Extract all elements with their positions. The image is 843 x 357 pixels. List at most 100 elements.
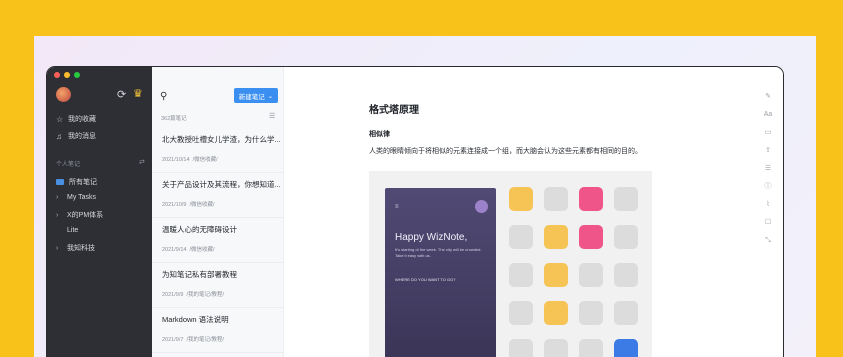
grid-tile [544, 301, 568, 325]
window-controls [54, 72, 80, 78]
grid-tile [544, 225, 568, 249]
grid-tile [614, 339, 638, 357]
nav-favorites-label: 我的收藏 [68, 116, 96, 123]
grid-tile [544, 263, 568, 287]
note-list: ⚲ 新建笔记 ⌄ 362篇笔记 ☰ 北大教授吐槽女儿学渣，为什么学... 202… [152, 67, 284, 357]
list-item[interactable]: 温暖人心的无障碍设计 2021/9/14 /微信收藏/ [152, 218, 283, 263]
nav-messages[interactable]: ♫ 我的消息 [56, 131, 96, 141]
note-title: 温暖人心的无障碍设计 [162, 225, 237, 234]
grid-tile [579, 187, 603, 211]
section-heading[interactable]: 相似律 [369, 129, 390, 139]
folder-pm-system[interactable]: › X的PM体系 [56, 210, 103, 220]
grid-tile [509, 301, 533, 325]
folder-icon [56, 179, 64, 185]
phone-mockup: ≡ Happy WizNote, It's starting of the we… [385, 188, 496, 357]
folder-label: X的PM体系 [67, 212, 104, 219]
folder-my-tasks[interactable]: › My Tasks [56, 194, 96, 201]
folder-all-notes[interactable]: 所有笔记 [56, 177, 97, 187]
grid-tile [579, 301, 603, 325]
font-icon[interactable]: Aa [763, 111, 773, 119]
note-meta: 2021/9/9 /我的笔记/教程/ [162, 290, 224, 298]
list-item[interactable]: 关于产品设计及其流程，你想知道... 2021/10/9 /微信收藏/ [152, 173, 283, 218]
grid-tile [509, 263, 533, 287]
app-window: ⟳ ♛ ☆ 我的收藏 ♫ 我的消息 个人笔记 ⇄ 所有笔记 › My Tasks… [47, 67, 783, 357]
note-folder: /微信收藏/ [189, 202, 215, 208]
expand-icon[interactable]: ⤡ [763, 237, 773, 245]
grid-tile [614, 301, 638, 325]
note-title: 关于产品设计及其流程，你想知道... [162, 180, 280, 189]
phone-message: It's starting of the week. The city will… [395, 247, 482, 258]
note-meta: 2021/9/14 /微信收藏/ [162, 245, 215, 253]
nav-favorites[interactable]: ☆ 我的收藏 [56, 114, 96, 124]
list-icon[interactable]: ☰ [763, 165, 773, 173]
note-date: 2021/10/9 [162, 202, 187, 208]
note-count: 362篇笔记 [161, 116, 187, 122]
chevron-right-icon[interactable]: › [56, 194, 62, 201]
note-title: 为知笔记私有部署教程 [162, 270, 237, 279]
share-icon[interactable]: ⇪ [763, 147, 773, 155]
minimize-window-button[interactable] [64, 72, 70, 78]
note-date: 2021/9/14 [162, 247, 187, 253]
sidebar: ⟳ ♛ ☆ 我的收藏 ♫ 我的消息 个人笔记 ⇄ 所有笔记 › My Tasks… [47, 67, 152, 357]
folder-wozhi-tech[interactable]: › 我知科技 [56, 243, 95, 253]
edit-icon[interactable]: ✎ [763, 93, 773, 101]
avatar[interactable] [56, 87, 71, 102]
paragraph[interactable]: 人类的眼睛倾向于将相似的元素连接成一个组，而大脑会认为这些元素都有相同的目的。 [369, 146, 642, 156]
chevron-right-icon[interactable]: › [56, 245, 62, 252]
note-folder: /我的笔记/教程/ [186, 292, 225, 298]
folder-label: My Tasks [67, 194, 97, 201]
illustration: ≡ Happy WizNote, It's starting of the we… [369, 171, 652, 357]
grid-tile [614, 187, 638, 211]
note-date: 2021/9/9 [162, 292, 184, 298]
folder-label: Lite [67, 227, 79, 234]
attachment-icon[interactable]: ⌇ [763, 201, 773, 209]
grid-tile [579, 339, 603, 357]
menu-icon: ≡ [395, 204, 399, 210]
grid-tile [579, 225, 603, 249]
note-meta: 2021/10/14 /微信收藏/ [162, 155, 218, 163]
tile-grid [509, 187, 638, 357]
sync-icon[interactable]: ⟳ [117, 88, 126, 101]
grid-tile [509, 339, 533, 357]
grid-tile [509, 187, 533, 211]
note-date: 2021/9/7 [162, 337, 184, 343]
right-toolbar: ✎ Aa ▭ ⇪ ☰ ⓘ ⌇ ☐ ⤡ [763, 93, 773, 245]
new-note-button[interactable]: 新建笔记 ⌄ [234, 88, 278, 103]
close-window-button[interactable] [54, 72, 60, 78]
clipboard-icon[interactable]: ▭ [763, 129, 773, 137]
maximize-window-button[interactable] [74, 72, 80, 78]
swap-icon[interactable]: ⇄ [139, 158, 145, 166]
chevron-right-icon[interactable]: › [56, 212, 62, 219]
note-meta: 2021/10/9 /微信收藏/ [162, 200, 215, 208]
chevron-down-icon[interactable]: ⌄ [268, 92, 273, 100]
info-icon[interactable]: ⓘ [763, 183, 773, 191]
search-icon[interactable]: ⚲ [160, 91, 167, 102]
new-note-label: 新建笔记 [238, 93, 265, 101]
comment-icon[interactable]: ☐ [763, 219, 773, 227]
folder-label: 所有笔记 [69, 179, 97, 186]
grid-tile [544, 187, 568, 211]
note-meta: 2021/9/7 /我的笔记/教程/ [162, 335, 224, 343]
page-title[interactable]: 格式塔原理 [369, 101, 419, 116]
note-folder: /我的笔记/教程/ [186, 337, 225, 343]
sort-icon[interactable]: ☰ [269, 112, 275, 120]
folder-label: 我知科技 [67, 245, 95, 252]
list-item[interactable]: 北大教授吐槽女儿学渣，为什么学... 2021/10/14 /微信收藏/ [152, 128, 283, 173]
note-folder: /微信收藏/ [192, 157, 218, 163]
grid-tile [509, 225, 533, 249]
crown-icon[interactable]: ♛ [133, 87, 143, 100]
phone-question: WHERE DO YOU WANT TO GO? [395, 277, 456, 282]
nav-messages-label: 我的消息 [68, 133, 96, 140]
grid-tile [614, 225, 638, 249]
note-title: Markdown 语法说明 [162, 315, 229, 324]
folder-lite[interactable]: Lite [56, 227, 78, 234]
avatar [475, 200, 488, 213]
note-folder: /微信收藏/ [189, 247, 215, 253]
grid-tile [544, 339, 568, 357]
bell-icon: ♫ [56, 131, 62, 141]
phone-greeting: Happy WizNote, [395, 232, 468, 243]
grid-tile [579, 263, 603, 287]
list-item[interactable]: Markdown 语法说明 2021/9/7 /我的笔记/教程/ [152, 308, 283, 353]
grid-tile [614, 263, 638, 287]
list-item[interactable]: 为知笔记私有部署教程 2021/9/9 /我的笔记/教程/ [152, 263, 283, 308]
